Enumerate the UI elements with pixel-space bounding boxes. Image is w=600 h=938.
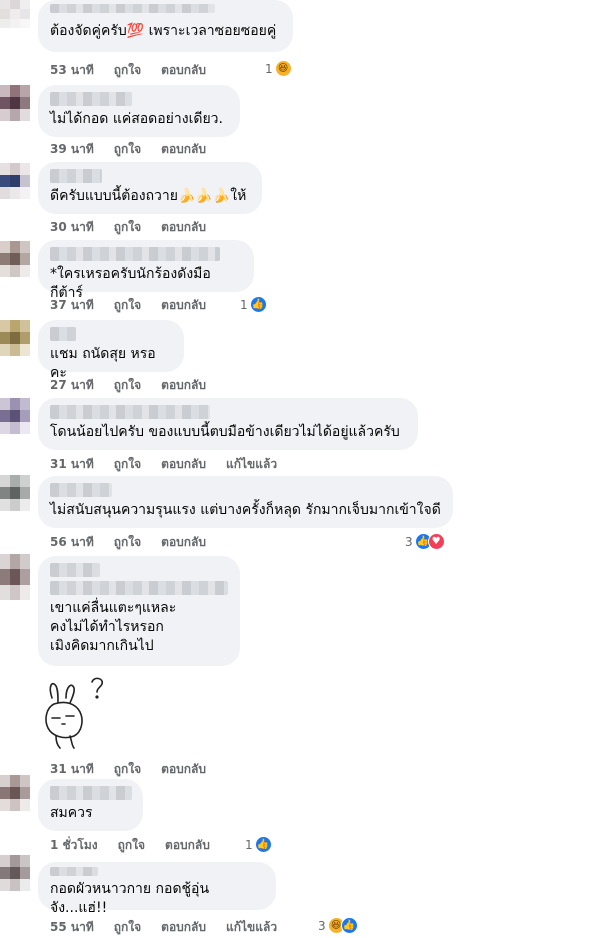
- like-button[interactable]: ถูกใจ: [114, 533, 141, 552]
- avatar[interactable]: [0, 163, 30, 199]
- reaction-count: 3: [318, 918, 326, 933]
- blurred-author-name: [50, 4, 215, 13]
- reply-button[interactable]: ตอบกลับ: [161, 296, 206, 315]
- comment-time[interactable]: 31 นาที: [50, 455, 94, 474]
- reaction-count: 1: [245, 837, 253, 852]
- comment-time[interactable]: 37 นาที: [50, 296, 94, 315]
- edited-label: แก้ไขแล้ว: [226, 920, 278, 934]
- comment-text: โดนน้อยไปครับ ของแบบนี้ตบมือข้างเดียวไม่…: [50, 424, 400, 440]
- reaction-summary[interactable]: 3 😆 👍: [318, 917, 358, 934]
- like-icon: 👍: [249, 296, 267, 313]
- comment-time[interactable]: 55 นาที: [50, 918, 94, 937]
- like-icon: 👍: [254, 836, 272, 853]
- comment-actions: 56 นาที ถูกใจ ตอบกลับ: [50, 533, 206, 552]
- like-button[interactable]: ถูกใจ: [114, 296, 141, 315]
- comment-time[interactable]: 56 นาที: [50, 533, 94, 552]
- like-button[interactable]: ถูกใจ: [114, 455, 141, 474]
- comment-bubble: เขาแค่ลื่นแตะๆแหละ คงไม่ได้ทำไรหรอก เมิง…: [38, 556, 240, 666]
- avatar[interactable]: [0, 554, 30, 600]
- reply-button[interactable]: ตอบกลับ: [161, 376, 206, 395]
- comment-time[interactable]: 53 นาที: [50, 61, 94, 80]
- avatar[interactable]: [0, 0, 30, 28]
- reaction-summary[interactable]: 1 👍: [240, 296, 267, 313]
- reaction-summary[interactable]: 1 👍: [245, 836, 272, 853]
- haha-icon: 😆: [274, 60, 292, 77]
- like-button[interactable]: ถูกใจ: [114, 918, 141, 937]
- blurred-author-name: [50, 786, 132, 800]
- comment-text: เขาแค่ลื่นแตะๆแหละ คงไม่ได้ทำไรหรอก เมิง…: [50, 600, 177, 654]
- blurred-author-name: [50, 581, 228, 595]
- like-icon: 👍: [340, 917, 358, 934]
- love-icon: ♥: [427, 533, 445, 550]
- comment-actions: 55 นาที ถูกใจ ตอบกลับ แก้ไขแล้ว: [50, 918, 277, 937]
- comment-bubble: ไม่สนับสนุนความรุนแรง แต่บางครั้งก็หลุด …: [38, 476, 453, 528]
- reply-button[interactable]: ตอบกลับ: [161, 918, 206, 937]
- avatar[interactable]: [0, 85, 30, 121]
- comment-bubble: โดนน้อยไปครับ ของแบบนี้ตบมือข้างเดียวไม่…: [38, 398, 418, 450]
- comment-actions: 27 นาที ถูกใจ ตอบกลับ: [50, 376, 206, 395]
- blurred-author-name: [50, 483, 112, 497]
- comment-time[interactable]: 31 นาที: [50, 760, 94, 779]
- comment-bubble: *ใครเหรอครับนักร้องดังมือกีต้าร์: [38, 240, 254, 301]
- comment-bubble: ไม่ได้กอด แค่สอดอย่างเดียว.: [38, 85, 240, 137]
- reply-button[interactable]: ตอบกลับ: [161, 61, 206, 80]
- blurred-author-name: [50, 563, 100, 577]
- comment-bubble: แชม ถนัดสุย หรอคะ: [38, 320, 184, 381]
- like-button[interactable]: ถูกใจ: [114, 140, 141, 159]
- comment-actions: 31 นาที ถูกใจ ตอบกลับ แก้ไขแล้ว: [50, 455, 277, 474]
- blurred-author-name: [50, 92, 132, 106]
- comment-time[interactable]: 1 ชั่วโมง: [50, 836, 98, 855]
- like-button[interactable]: ถูกใจ: [114, 760, 141, 779]
- reaction-count: 1: [240, 297, 248, 312]
- comment-time[interactable]: 39 นาที: [50, 140, 94, 159]
- avatar[interactable]: [0, 475, 30, 511]
- comment-text: ไม่สนับสนุนความรุนแรง แต่บางครั้งก็หลุด …: [50, 502, 441, 518]
- comment-bubble: ต้องจัดคู่ครับ💯 เพราะเวลาซอยซอยคู่: [38, 0, 293, 52]
- reaction-count: 3: [405, 534, 413, 549]
- reaction-summary[interactable]: 1 😆: [265, 60, 292, 77]
- reaction-summary[interactable]: 3 👍 ♥: [405, 533, 445, 550]
- comment-time[interactable]: 27 นาที: [50, 376, 94, 395]
- like-button[interactable]: ถูกใจ: [118, 836, 145, 855]
- avatar[interactable]: [0, 855, 30, 891]
- comment-actions: 1 ชั่วโมง ถูกใจ ตอบกลับ: [50, 836, 210, 855]
- comment-bubble: สมควร: [38, 779, 143, 831]
- avatar[interactable]: [0, 775, 30, 811]
- blurred-author-name: [50, 247, 220, 261]
- reply-button[interactable]: ตอบกลับ: [161, 140, 206, 159]
- comment-actions: 30 นาที ถูกใจ ตอบกลับ: [50, 218, 206, 237]
- comment-bubble: ดีครับแบบนี้ต้องถวาย🍌🍌🍌ให้: [38, 162, 262, 214]
- reply-button[interactable]: ตอบกลับ: [161, 455, 206, 474]
- avatar[interactable]: [0, 398, 30, 434]
- blurred-author-name: [50, 169, 102, 183]
- comment-actions: 39 นาที ถูกใจ ตอบกลับ: [50, 140, 206, 159]
- bunny-sticker: [45, 677, 104, 749]
- like-button[interactable]: ถูกใจ: [114, 61, 141, 80]
- reply-button[interactable]: ตอบกลับ: [161, 760, 206, 779]
- like-button[interactable]: ถูกใจ: [114, 218, 141, 237]
- avatar[interactable]: [0, 241, 30, 277]
- comment-actions: 53 นาที ถูกใจ ตอบกลับ: [50, 61, 206, 80]
- comment-text: กอดผัวหนาวกาย กอดชู้อุ่นจัง...แฮ่!!: [50, 881, 210, 916]
- reply-button[interactable]: ตอบกลับ: [161, 218, 206, 237]
- blurred-author-name: [50, 867, 98, 876]
- reply-button[interactable]: ตอบกลับ: [161, 533, 206, 552]
- comment-actions: 31 นาที ถูกใจ ตอบกลับ: [50, 760, 206, 779]
- reaction-count: 1: [265, 61, 273, 76]
- edited-label: แก้ไขแล้ว: [226, 457, 278, 471]
- reply-button[interactable]: ตอบกลับ: [165, 836, 210, 855]
- blurred-author-name: [50, 405, 210, 419]
- avatar[interactable]: [0, 320, 30, 356]
- comment-text: สมควร: [50, 805, 93, 821]
- blurred-author-name: [50, 327, 76, 341]
- comment-bubble: กอดผัวหนาวกาย กอดชู้อุ่นจัง...แฮ่!!: [38, 862, 276, 916]
- like-button[interactable]: ถูกใจ: [114, 376, 141, 395]
- comment-text: ดีครับแบบนี้ต้องถวาย🍌🍌🍌ให้: [50, 188, 247, 204]
- comment-actions: 37 นาที ถูกใจ ตอบกลับ: [50, 296, 206, 315]
- comment-text: ไม่ได้กอด แค่สอดอย่างเดียว.: [50, 111, 223, 127]
- comment-time[interactable]: 30 นาที: [50, 218, 94, 237]
- comment-text: ต้องจัดคู่ครับ💯 เพราะเวลาซอยซอยคู่: [50, 23, 277, 39]
